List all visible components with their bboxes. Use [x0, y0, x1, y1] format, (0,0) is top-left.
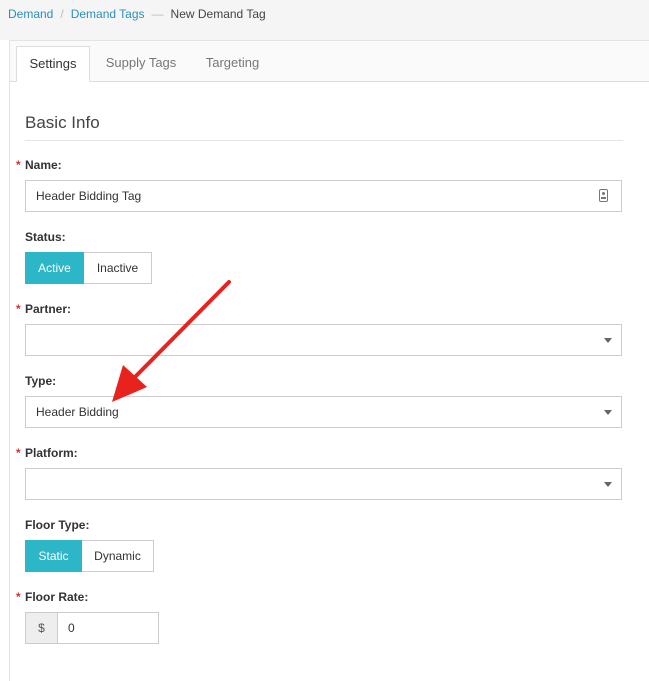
floor-type-label: Floor Type:: [25, 518, 90, 532]
floor-rate-label: Floor Rate:: [25, 590, 89, 604]
partner-select[interactable]: [25, 324, 622, 356]
breadcrumb-separator: /: [60, 7, 64, 21]
required-marker: *: [16, 302, 21, 316]
status-toggle: Active Inactive: [25, 252, 152, 284]
name-label: Name:: [25, 158, 62, 172]
type-value: Header Bidding: [36, 405, 119, 419]
required-marker: *: [16, 446, 21, 460]
breadcrumb: Demand / Demand Tags — New Demand Tag: [8, 6, 266, 22]
breadcrumb-separator: —: [151, 7, 164, 21]
caret-down-icon: [604, 482, 612, 487]
floor-type-static-button[interactable]: Static: [25, 540, 82, 572]
settings-panel: Settings Supply Tags Targeting Basic Inf…: [9, 40, 649, 681]
platform-label: Platform:: [25, 446, 78, 460]
platform-select[interactable]: [25, 468, 622, 500]
contact-card-icon: [599, 189, 608, 202]
caret-down-icon: [604, 338, 612, 343]
required-marker: *: [16, 158, 21, 172]
tab-bar: Settings Supply Tags Targeting: [10, 41, 649, 82]
name-value: Header Bidding Tag: [36, 189, 142, 203]
tab-targeting[interactable]: Targeting: [195, 46, 270, 80]
status-label: Status:: [25, 230, 66, 244]
status-inactive-button[interactable]: Inactive: [84, 252, 152, 284]
breadcrumb-demand-tags-link[interactable]: Demand Tags: [71, 7, 145, 21]
type-label: Type:: [25, 374, 57, 388]
section-title: Basic Info: [25, 113, 100, 132]
tab-settings[interactable]: Settings: [16, 46, 90, 82]
name-input[interactable]: Header Bidding Tag: [25, 180, 622, 212]
breadcrumb-current: New Demand Tag: [170, 7, 266, 21]
tab-supply-tags[interactable]: Supply Tags: [98, 46, 184, 80]
partner-label: Partner:: [25, 302, 72, 316]
section-divider: [25, 140, 623, 141]
type-select[interactable]: Header Bidding: [25, 396, 622, 428]
currency-addon: $: [25, 612, 58, 644]
breadcrumb-demand-link[interactable]: Demand: [8, 7, 53, 21]
required-marker: *: [16, 590, 21, 604]
status-active-button[interactable]: Active: [25, 252, 84, 284]
floor-type-dynamic-button[interactable]: Dynamic: [82, 540, 154, 572]
floor-rate-input[interactable]: 0: [57, 612, 159, 644]
floor-type-toggle: Static Dynamic: [25, 540, 154, 572]
caret-down-icon: [604, 410, 612, 415]
